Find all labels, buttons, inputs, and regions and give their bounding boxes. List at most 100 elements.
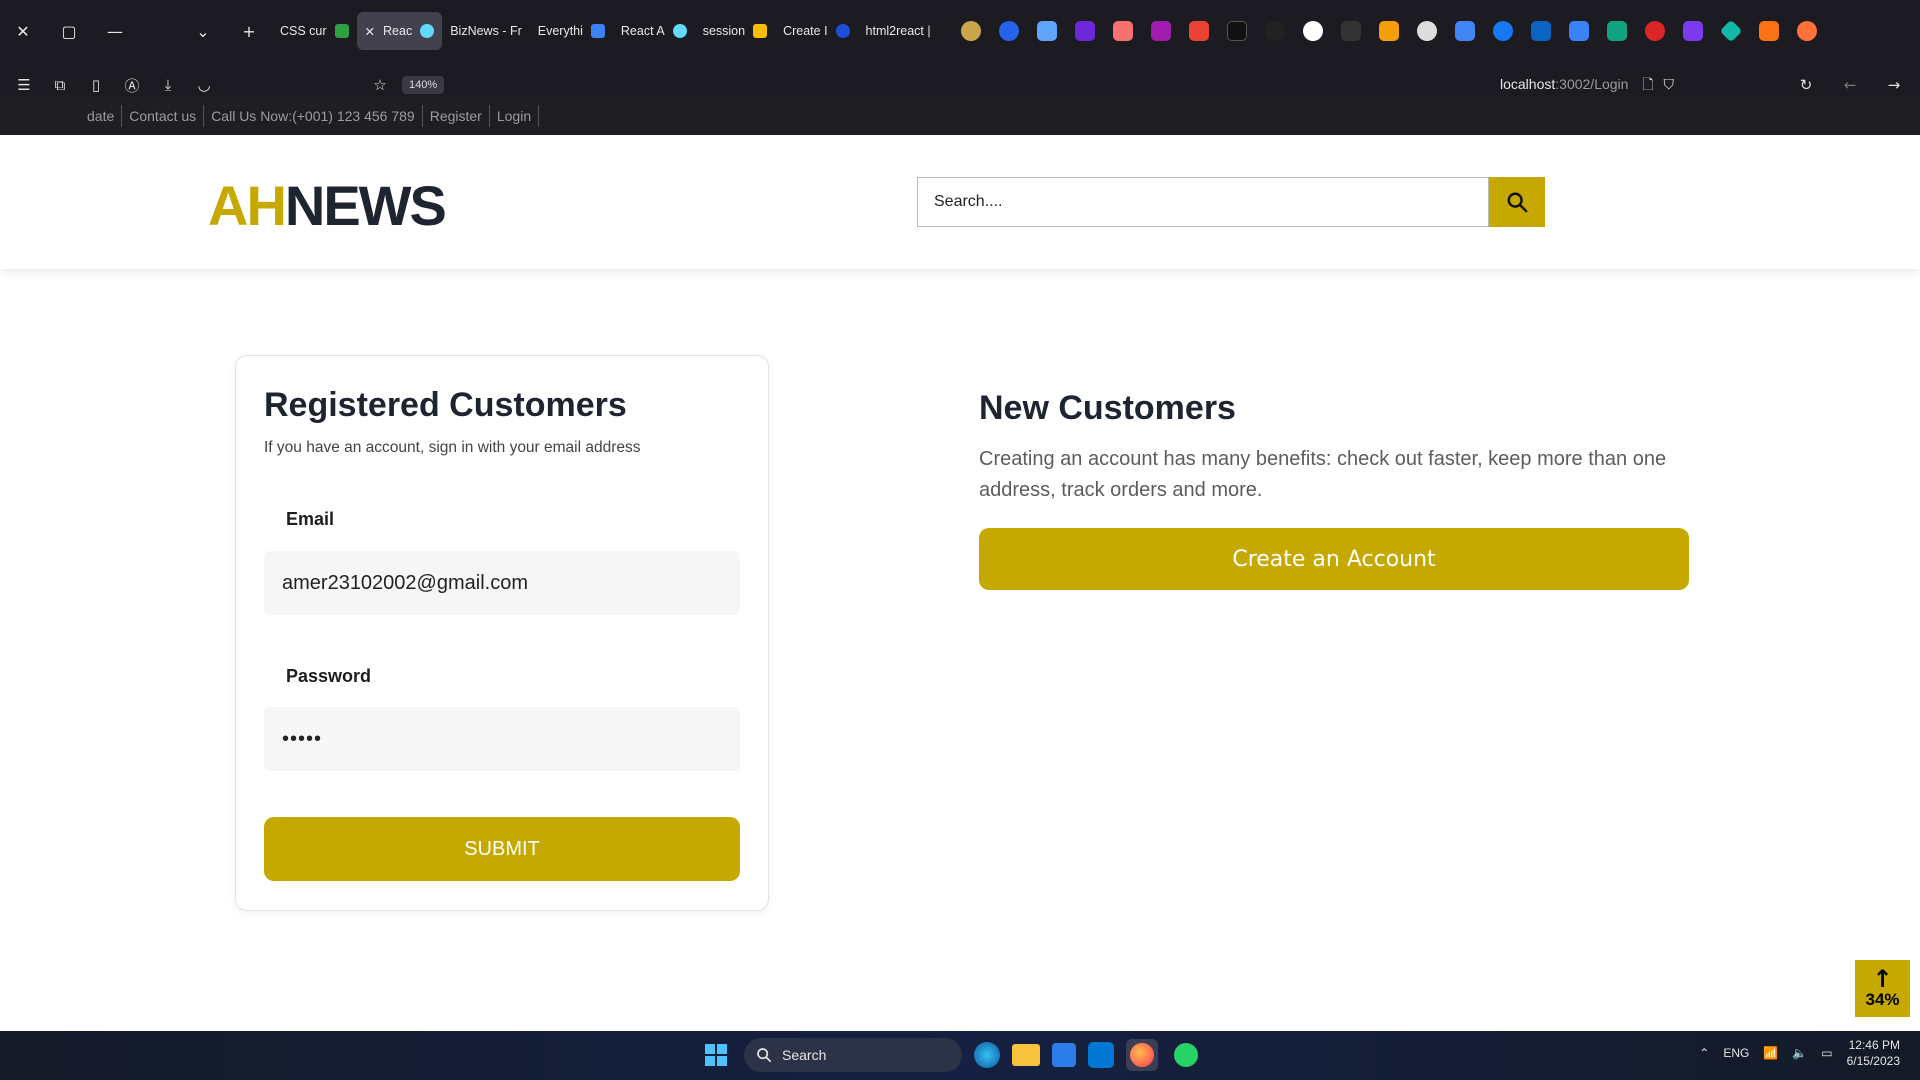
- browser-tab[interactable]: html2react |: [858, 12, 939, 50]
- topbar-login-link[interactable]: Login: [490, 105, 540, 127]
- search-input[interactable]: [917, 177, 1489, 227]
- wifi-icon[interactable]: 📶: [1763, 1046, 1778, 1060]
- browser-tab-active[interactable]: ✕ Reac: [356, 12, 443, 50]
- extension-icon[interactable]: [998, 21, 1019, 41]
- edge-icon[interactable]: [974, 1042, 1000, 1068]
- battery-icon[interactable]: ▭: [1821, 1046, 1832, 1060]
- download-icon[interactable]: ⤓: [150, 70, 186, 100]
- file-explorer-icon[interactable]: [1012, 1044, 1040, 1066]
- reload-icon[interactable]: ↻: [1788, 70, 1824, 100]
- login-subtitle: If you have an account, sign in with you…: [264, 439, 641, 456]
- store-icon[interactable]: [1052, 1043, 1076, 1067]
- tab-list: CSS cur ✕ Reac BizNews - Fr Everythi Reac…: [272, 0, 939, 62]
- tab-list-chevron-icon[interactable]: ⌄: [180, 0, 226, 62]
- facebook-icon[interactable]: [1492, 21, 1513, 41]
- tab-favicon-icon: [672, 24, 687, 38]
- pocket-icon[interactable]: ◡: [186, 70, 222, 100]
- code-icon[interactable]: [1340, 21, 1361, 41]
- close-tab-icon[interactable]: ✕: [365, 24, 375, 39]
- account-icon[interactable]: Ⓐ: [114, 70, 150, 100]
- search-icon: [1507, 192, 1528, 213]
- extension-icon[interactable]: [1302, 21, 1323, 41]
- clock-date: 6/15/2023: [1846, 1054, 1900, 1068]
- extension-icon[interactable]: [1226, 21, 1247, 41]
- submit-button[interactable]: SUBMIT: [264, 817, 740, 881]
- url-host: localhost: [1500, 76, 1556, 92]
- extension-icon[interactable]: [1112, 21, 1133, 41]
- topbar-contact-link[interactable]: Contact us: [122, 105, 205, 127]
- tab-label: BizNews - Fr: [450, 24, 522, 38]
- shield-icon[interactable]: ⛉: [1664, 76, 1675, 92]
- chevron-up-icon[interactable]: ⌃: [1699, 1046, 1709, 1060]
- extension-icon[interactable]: [1416, 21, 1437, 41]
- language-indicator[interactable]: ENG: [1723, 1046, 1749, 1060]
- logo-news: NEWS: [284, 174, 447, 237]
- search-icon: [757, 1048, 772, 1063]
- login-title: Registered Customers: [264, 386, 627, 424]
- browser-tab-strip: ✕ ▢ — ⌄ + CSS cur ✕ Reac BizNews - Fr Eve…: [0, 0, 1920, 62]
- translate-icon[interactable]: [1454, 21, 1475, 41]
- back-icon[interactable]: ←: [1832, 70, 1868, 100]
- extension-icon[interactable]: [1036, 21, 1057, 41]
- whatsapp-icon[interactable]: [1170, 1039, 1202, 1071]
- close-window-icon[interactable]: ✕: [0, 0, 46, 62]
- browser-tab[interactable]: Create I: [775, 12, 857, 50]
- restore-window-icon[interactable]: ▢: [46, 0, 92, 62]
- browser-tab[interactable]: CSS cur: [272, 12, 357, 50]
- extensions-icon[interactable]: ⧉: [42, 70, 78, 100]
- new-customers-section: New Customers Creating an account has ma…: [979, 389, 1689, 590]
- login-card: Registered Customers If you have an acco…: [235, 355, 769, 911]
- extension-icon[interactable]: [1719, 19, 1742, 43]
- linkedin-icon[interactable]: [1530, 21, 1551, 41]
- firefox-icon[interactable]: [1796, 21, 1817, 41]
- clock-time: 12:46 PM: [1848, 1038, 1900, 1052]
- taskbar-search-label: Search: [782, 1047, 827, 1063]
- topbar-register-link[interactable]: Register: [423, 105, 490, 127]
- browser-tab[interactable]: BizNews - Fr: [442, 12, 530, 50]
- browser-tab[interactable]: session: [695, 12, 775, 50]
- email-field[interactable]: [264, 551, 740, 615]
- windows-taskbar: Search ⌃ ENG 📶 🔈 ▭ 12:46 PM 6/15/2023: [0, 1031, 1920, 1080]
- password-field[interactable]: [264, 707, 740, 771]
- mobile-view-icon[interactable]: ▯: [78, 70, 114, 100]
- menu-icon[interactable]: ☰: [6, 70, 42, 100]
- bookmark-star-icon[interactable]: ☆: [362, 70, 398, 100]
- browser-tab[interactable]: Everythi: [530, 12, 613, 50]
- reader-mode-icon[interactable]: 🗋: [1642, 76, 1653, 92]
- bootstrap-icon[interactable]: [1682, 21, 1703, 41]
- extension-icon[interactable]: [1758, 21, 1779, 41]
- tab-label: React A: [620, 24, 665, 38]
- minimize-window-icon[interactable]: —: [92, 0, 138, 62]
- password-label: Password: [286, 666, 372, 686]
- forward-icon[interactable]: →: [1876, 70, 1912, 100]
- taskbar-apps: Search: [700, 1038, 1202, 1072]
- extension-icon[interactable]: [1074, 21, 1095, 41]
- extension-icon[interactable]: [1150, 21, 1171, 41]
- extension-icon[interactable]: [960, 21, 981, 41]
- clock[interactable]: 12:46 PM 6/15/2023: [1847, 1037, 1900, 1069]
- scroll-to-top-button[interactable]: ↑ 34%: [1855, 960, 1910, 1017]
- taskbar-search[interactable]: Search: [744, 1038, 962, 1072]
- chatgpt-icon[interactable]: [1606, 21, 1627, 41]
- firefox-icon[interactable]: [1126, 1039, 1158, 1071]
- volume-icon[interactable]: 🔈: [1792, 1046, 1807, 1060]
- system-tray: ⌃ ENG 📶 🔈 ▭ 12:46 PM 6/15/2023: [1699, 1037, 1900, 1069]
- new-tab-icon[interactable]: +: [226, 0, 272, 62]
- browser-tab[interactable]: React A: [613, 12, 695, 50]
- new-customers-text: Creating an account has many benefits: c…: [979, 448, 1667, 501]
- gmail-icon[interactable]: [1188, 21, 1209, 41]
- flag-icon[interactable]: [1568, 21, 1589, 41]
- extension-icon[interactable]: [1644, 21, 1665, 41]
- web-page: date Contact us Call Us Now:(+001) 123 4…: [0, 97, 1920, 1031]
- vscode-icon[interactable]: [1088, 1042, 1114, 1068]
- address-bar[interactable]: localhost:3002/Login 🗋 ⛉: [1500, 74, 1674, 98]
- search-button[interactable]: [1489, 177, 1545, 227]
- github-icon[interactable]: [1264, 21, 1285, 41]
- site-logo[interactable]: AHNEWS: [208, 173, 447, 238]
- windows-start-icon[interactable]: [700, 1039, 732, 1071]
- search-bar: [917, 177, 1545, 227]
- create-account-button[interactable]: Create an Account: [979, 528, 1689, 590]
- zoom-level[interactable]: 140%: [402, 76, 445, 94]
- extension-icon[interactable]: [1378, 21, 1399, 41]
- tab-label: html2react |: [865, 24, 931, 38]
